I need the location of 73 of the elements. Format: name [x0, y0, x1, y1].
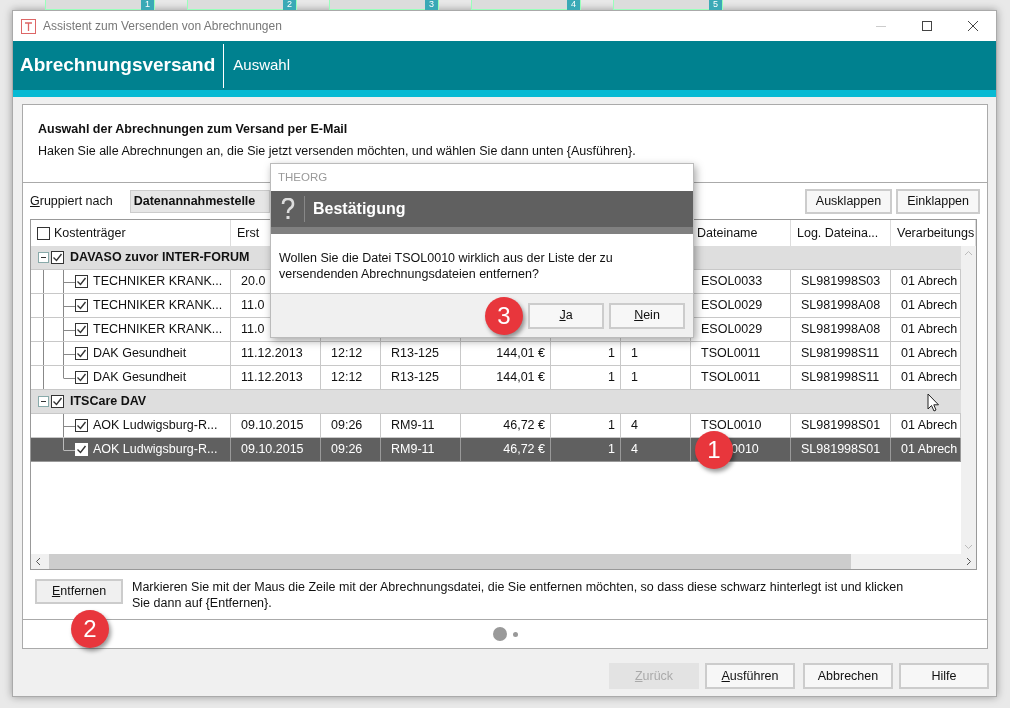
- table-cell-text: SL981998S01: [801, 441, 881, 459]
- table-cell-text: 11.12.2013: [241, 369, 303, 387]
- table-cell-text: 01 Abrech: [901, 369, 958, 387]
- step-badge: 2: [71, 610, 109, 648]
- table-cell-text: 144,01 €: [496, 345, 545, 363]
- table-cell-text: RM9-11: [391, 417, 435, 435]
- grouping-label: Gruppiert nach: [30, 192, 113, 210]
- table-cell-text: 1: [631, 345, 638, 363]
- table-cell-text: 12:12: [331, 369, 363, 387]
- window-title: Assistent zum Versenden von Abrechnungen: [43, 18, 282, 35]
- dialog-title: Bestätigung: [313, 199, 406, 219]
- table-cell-text: SL981998A08: [801, 321, 881, 339]
- table-cell-text: 01 Abrech: [901, 273, 958, 291]
- thumbnail-number: 3: [425, 0, 438, 10]
- table-cell-text: 20.0: [241, 273, 266, 291]
- table-cell-text: 09.10.2015: [241, 441, 304, 459]
- table-cell-text: 4: [631, 441, 638, 459]
- table-cell-text: SL981998S01: [801, 417, 881, 435]
- table-cell-text: 11.0: [241, 297, 265, 315]
- thumbnail-number: 5: [709, 0, 722, 10]
- table-cell-text: SL981998S11: [801, 345, 880, 363]
- group-name: DAVASO zuvor INTER-FORUM: [70, 249, 250, 267]
- table-cell-text: R13-125: [391, 345, 439, 363]
- table-cell-text: DAK Gesundheit: [93, 345, 187, 363]
- table-cell-text: 0010: [731, 441, 759, 459]
- table-cell-text: ESOL0033: [701, 273, 763, 291]
- table-cell-text: AOK Ludwigsburg-R...: [93, 417, 218, 435]
- table-cell-text: ESOL0029: [701, 297, 763, 315]
- table-cell-text: 01 Abrech: [901, 417, 958, 435]
- table-cell-text: 46,72 €: [503, 417, 545, 435]
- header-title: Abrechnungsversand: [20, 53, 216, 78]
- dialog-app-name: THEORG: [278, 169, 328, 185]
- table-cell-text: 01 Abrech: [901, 321, 958, 339]
- table-cell-text: 46,72 €: [503, 441, 545, 459]
- group-name: ITSCare DAV: [70, 393, 147, 411]
- table-cell-text: SL981998A08: [801, 297, 881, 315]
- table-cell-text: TSOL0011: [701, 369, 761, 387]
- section-heading: Auswahl der Abrechnungen zum Versand per E-Mail: [38, 121, 349, 138]
- table-cell-text: R13-125: [391, 369, 439, 387]
- table-cell-text: SL981998S11: [801, 369, 880, 387]
- table-cell-text: RM9-11: [391, 441, 435, 459]
- table-cell-text: 1: [608, 417, 615, 435]
- table-cell-text: TECHNIKER KRANK...: [93, 321, 223, 339]
- table-cell-text: TECHNIKER KRANK...: [93, 297, 223, 315]
- table-cell-text: 1: [608, 345, 615, 363]
- table-cell-text: 11.0: [241, 321, 265, 339]
- table-cell-text: 09:26: [331, 417, 363, 435]
- table-cell-text: 12:12: [331, 345, 363, 363]
- table-cell-text: 4: [631, 417, 638, 435]
- table-cell-text: 01 Abrech: [901, 297, 958, 315]
- table-cell-text: 1: [608, 369, 615, 387]
- table-cell-text: 01 Abrech: [901, 345, 958, 363]
- table-cell-text: 1: [631, 369, 638, 387]
- table-cell-text: TSOL0011: [701, 345, 761, 363]
- table-cell-text: SL981998S03: [801, 273, 881, 291]
- step-badge: 3: [485, 296, 523, 335]
- table-cell-text: 01 Abrech: [901, 441, 958, 459]
- table-cell-text: DAK Gesundheit: [93, 369, 187, 387]
- table-cell-text: AOK Ludwigsburg-R...: [93, 441, 218, 459]
- thumbnail-number: 2: [283, 0, 296, 10]
- table-cell-text: TECHNIKER KRANK...: [93, 273, 223, 291]
- dialog-message: Wollen Sie die Datei TSOL0010 wirklich aus der Liste der zu versendenden Abrechnungsdateien entfernen?: [279, 250, 614, 282]
- table-cell-text: 144,01 €: [496, 369, 545, 387]
- thumbnail-number: 4: [567, 0, 580, 10]
- thumbnail-number: 1: [141, 0, 154, 10]
- step-label: Auswahl: [233, 55, 291, 76]
- instruction-text: Haken Sie alle Abrechnungen an, die Sie jetzt versenden möchten, und wählen Sie dann unten {Ausführen}.: [38, 142, 637, 160]
- table-cell-text: 09.10.2015: [241, 417, 304, 435]
- remove-hint: Markieren Sie mit der Maus die Zeile mit der Abrechnungsdatei, die Sie entfernen möchten, so dass diese schwarz hinterlegt ist und klicken Sie dann auf {Entfernen}.: [132, 579, 905, 611]
- table-cell-text: 11.12.2013: [241, 345, 303, 363]
- table-cell-text: 1: [608, 441, 615, 459]
- table-cell-text: 09:26: [331, 441, 363, 459]
- table-cell-text: ESOL0029: [701, 321, 763, 339]
